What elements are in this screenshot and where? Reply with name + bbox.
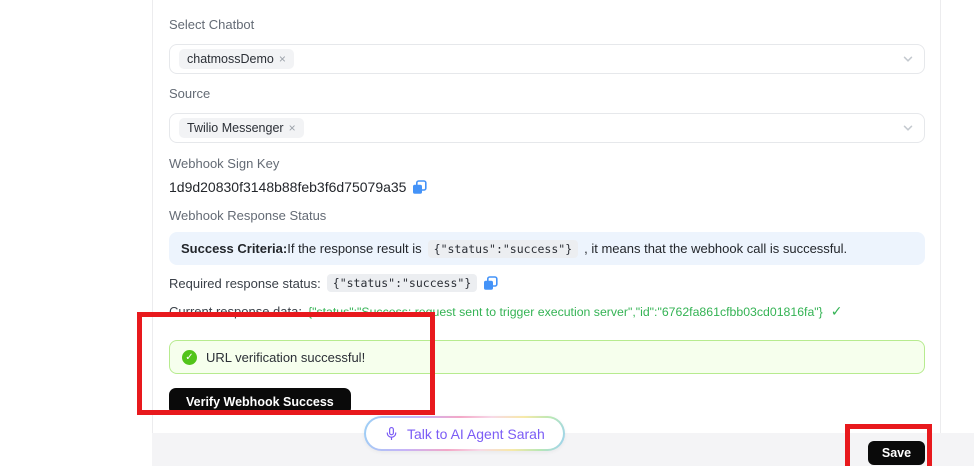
source-tag: Twilio Messenger × [179,118,304,138]
webhook-sign-key-value: 1d9d20830f3148b88feb3f6d75079a35 [169,179,406,195]
remove-chatbot-tag-icon[interactable]: × [279,53,286,65]
webhook-settings-page: Select Chatbot chatmossDemo × Source Twi… [0,0,974,466]
verify-webhook-button[interactable]: Verify Webhook Success [169,388,351,415]
success-criteria-text-after: , it means that the webhook call is succ… [584,241,847,256]
talk-to-ai-agent-label: Talk to AI Agent Sarah [407,426,545,442]
source-dropdown[interactable]: Twilio Messenger × [169,113,925,143]
required-response-row: Required response status: {"status":"suc… [169,274,498,292]
required-response-label: Required response status: [169,276,321,291]
chevron-down-icon[interactable] [902,53,914,65]
success-check-icon: ✓ [182,350,197,365]
webhook-sign-key-row: 1d9d20830f3148b88feb3f6d75079a35 [169,179,427,195]
webhook-sign-key-label: Webhook Sign Key [169,156,279,171]
source-label: Source [169,86,210,101]
chevron-down-icon[interactable] [902,122,914,134]
success-criteria-info-box: Success Criteria: If the response result… [169,232,925,265]
copy-icon[interactable] [412,180,427,195]
required-response-code: {"status":"success"} [327,274,477,292]
talk-to-ai-agent-button[interactable]: Talk to AI Agent Sarah [364,416,565,451]
success-criteria-code: {"status":"success"} [428,240,578,258]
url-verification-alert: ✓ URL verification successful! [169,340,925,374]
current-response-value: {"status":"Success: request sent to trig… [308,305,823,319]
current-response-label: Current response data: [169,304,302,319]
source-tag-label: Twilio Messenger [187,121,284,135]
success-criteria-text-before: If the response result is [287,241,421,256]
select-chatbot-dropdown[interactable]: chatmossDemo × [169,44,925,74]
check-icon: ✓ [831,303,843,320]
current-response-row: Current response data: {"status":"Succes… [169,303,843,320]
webhook-response-status-label: Webhook Response Status [169,208,326,223]
chatbot-tag: chatmossDemo × [179,49,294,69]
save-button[interactable]: Save [868,441,925,465]
microphone-icon [384,426,399,441]
webhook-form-panel: Select Chatbot chatmossDemo × Source Twi… [152,0,941,433]
select-chatbot-label: Select Chatbot [169,17,254,32]
remove-source-tag-icon[interactable]: × [289,122,296,134]
url-verification-alert-text: URL verification successful! [206,350,365,365]
chatbot-tag-label: chatmossDemo [187,52,274,66]
success-criteria-bold-text: Success Criteria: [181,241,287,256]
copy-icon[interactable] [483,276,498,291]
